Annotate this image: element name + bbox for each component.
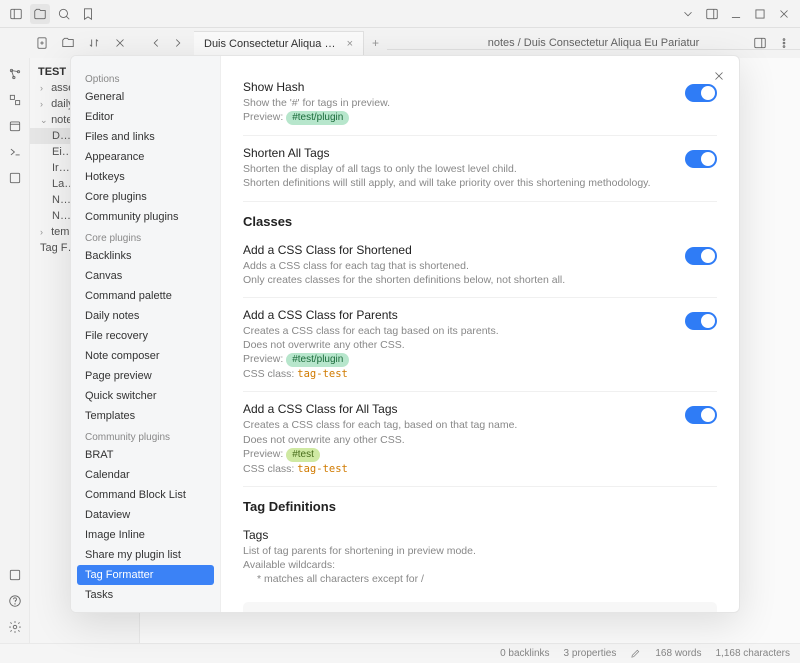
settings-nav-item[interactable]: BRAT (77, 445, 214, 465)
setting-desc: Adds a CSS class for each tag that is sh… (243, 259, 673, 273)
settings-nav-item[interactable]: Command palette (77, 286, 214, 306)
settings-nav-item[interactable]: Command Block List (77, 485, 214, 505)
settings-modal: OptionsGeneralEditorFiles and linksAppea… (70, 55, 740, 613)
setting-desc: Creates a CSS class for each tag based o… (243, 324, 673, 338)
section-header-classes: Classes (243, 202, 717, 233)
settings-nav-item[interactable]: File recovery (77, 326, 214, 346)
css-class-value: tag-test (297, 368, 348, 380)
setting-desc: Shorten definitions will still apply, an… (243, 176, 673, 190)
setting-desc: Available wildcards: (243, 558, 705, 572)
preview-label: Preview: (243, 111, 283, 123)
settings-nav-item[interactable]: Page preview (77, 366, 214, 386)
settings-nav-item[interactable]: Image Inline (77, 525, 214, 545)
settings-nav-item[interactable]: Calendar (77, 465, 214, 485)
settings-nav-item[interactable]: Dataview (77, 505, 214, 525)
settings-nav-item[interactable]: Share my plugin list (77, 545, 214, 565)
setting-desc: List of tag parents for shortening in pr… (243, 544, 705, 558)
setting-desc: Does not overwrite any other CSS. (243, 338, 673, 352)
settings-nav-item[interactable]: Appearance (77, 147, 214, 167)
css-label: CSS class: (243, 463, 294, 475)
setting-title: Tags (243, 528, 705, 542)
settings-nav-item[interactable]: Files and links (77, 127, 214, 147)
toggle-shorten-all[interactable] (685, 150, 717, 168)
preview-label: Preview: (243, 353, 283, 365)
toggle-class-shortened[interactable] (685, 247, 717, 265)
settings-nav-item[interactable]: General (77, 87, 214, 107)
settings-nav-item[interactable]: Community plugins (77, 207, 214, 227)
settings-nav-item[interactable]: Quick switcher (77, 386, 214, 406)
setting-title: Show Hash (243, 80, 673, 94)
setting-title: Shorten All Tags (243, 146, 673, 160)
preview-tag: #test/plugin (286, 353, 349, 367)
setting-desc: Shorten the display of all tags to only … (243, 162, 673, 176)
settings-nav-item[interactable]: Templates (77, 406, 214, 426)
setting-desc: Does not overwrite any other CSS. (243, 433, 673, 447)
settings-sidebar: OptionsGeneralEditorFiles and linksAppea… (71, 56, 221, 612)
settings-content: Show Hash Show the '#' for tags in previ… (221, 56, 739, 612)
settings-nav-item[interactable]: Note composer (77, 346, 214, 366)
settings-nav-item[interactable]: Tasks (77, 585, 214, 605)
preview-tag: #test (286, 448, 320, 462)
toggle-show-hash[interactable] (685, 84, 717, 102)
setting-desc: Show the '#' for tags in preview. (243, 96, 673, 110)
setting-title: Add a CSS Class for Shortened (243, 243, 673, 257)
setting-desc: * matches all characters except for / (243, 572, 705, 586)
section-header-tagdefs: Tag Definitions (243, 487, 717, 518)
setting-title: Add a CSS Class for Parents (243, 308, 673, 322)
preview-label: Preview: (243, 448, 283, 460)
setting-desc: Creates a CSS class for each tag, based … (243, 418, 673, 432)
settings-nav-item[interactable]: Editor (77, 107, 214, 127)
tag-definition-row: Preview: #test/plugin => #plugin Unique … (243, 602, 717, 612)
settings-group-label: Options (77, 68, 214, 87)
modal-close-button[interactable] (709, 66, 729, 86)
settings-group-label: Core plugins (77, 227, 214, 246)
settings-nav-item[interactable]: Hotkeys (77, 167, 214, 187)
toggle-class-parents[interactable] (685, 312, 717, 330)
settings-nav-item[interactable]: Backlinks (77, 246, 214, 266)
css-class-value: tag-test (297, 463, 348, 475)
setting-desc: Only creates classes for the shorten def… (243, 273, 673, 287)
preview-tag: #test/plugin (286, 111, 349, 125)
settings-nav-item[interactable]: Tag Formatter (77, 565, 214, 585)
css-label: CSS class: (243, 368, 294, 380)
toggle-class-all[interactable] (685, 406, 717, 424)
settings-group-label: Community plugins (77, 426, 214, 445)
settings-nav-item[interactable]: Daily notes (77, 306, 214, 326)
settings-nav-item[interactable]: Core plugins (77, 187, 214, 207)
settings-nav-item[interactable]: Canvas (77, 266, 214, 286)
setting-title: Add a CSS Class for All Tags (243, 402, 673, 416)
